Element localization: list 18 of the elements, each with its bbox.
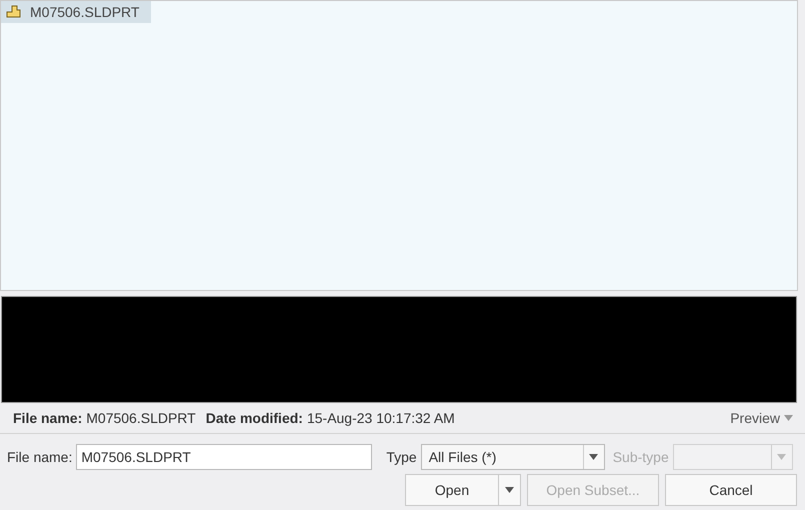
dialog-button[interactable]: Cancel [665,474,797,506]
date-modified-value: 15-Aug-23 10:17:32 AM [306,410,455,426]
preview-toggle[interactable]: Preview [730,410,780,426]
file-name-label: File name: [13,410,82,426]
open-menu-button[interactable] [499,474,521,506]
open-button[interactable]: Open [405,474,499,506]
caret-icon [777,454,786,460]
type-dropdown[interactable]: All Files (*) [420,444,605,470]
caret-icon [505,487,514,493]
sub-type-label: Sub-type [612,449,669,465]
caret-icon[interactable] [784,415,793,421]
date-modified-label: Date modified: [206,410,303,426]
file-name-value: M07506.SLDPRT [86,410,196,426]
caret-icon [589,454,598,460]
type-label: Type [386,449,417,465]
file-name-label: File name: [7,449,72,465]
file-name-field[interactable]: M07506.SLDPRT [76,444,372,470]
file-item[interactable]: M07506.SLDPRT [1,1,152,23]
